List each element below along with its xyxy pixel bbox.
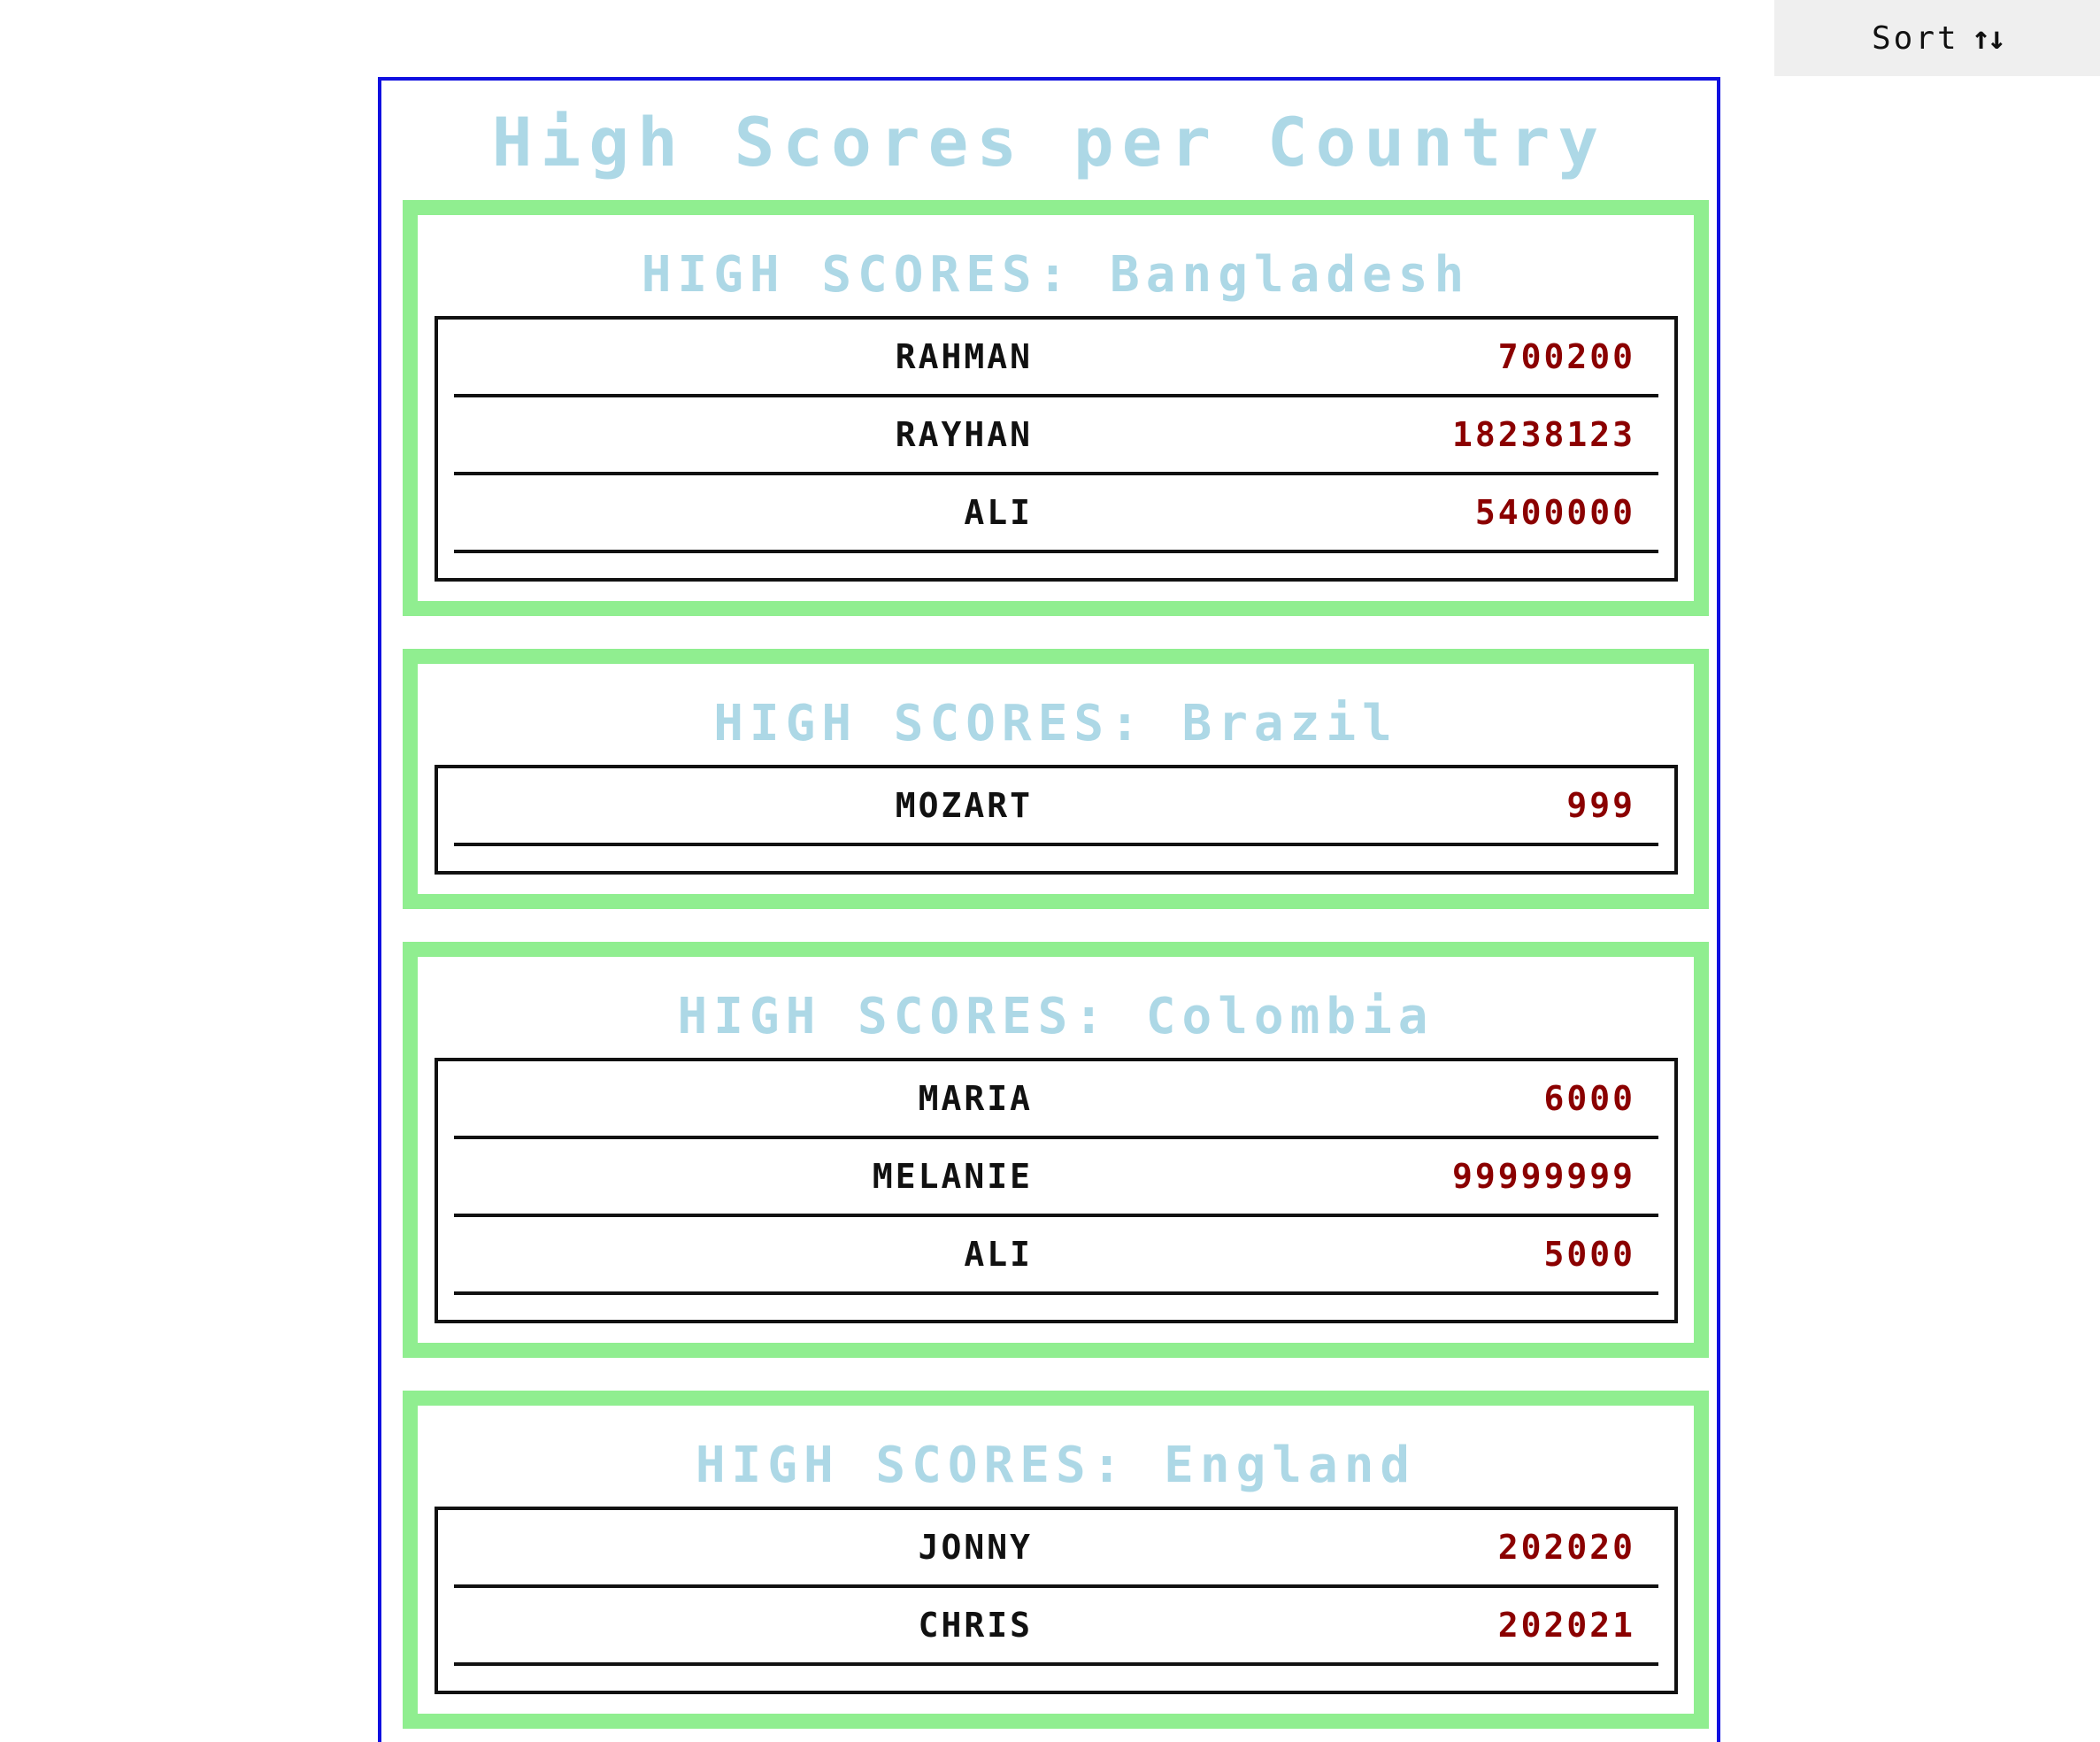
sort-button[interactable]: Sort ↑↓ [1774,0,2100,76]
table-row: RAYHAN 18238123 [454,397,1658,475]
country-card-colombia: HIGH SCORES: Colombia MARIA 6000 MELANIE… [403,942,1709,1358]
player-name: MELANIE [872,1157,1033,1196]
high-scores-container: High Scores per Country HIGH SCORES: Ban… [378,77,1720,1742]
player-name: MOZART [895,786,1033,825]
score-table: JONNY 202020 CHRIS 202021 [435,1507,1678,1694]
country-card-bangladesh: HIGH SCORES: Bangladesh RAHMAN 700200 RA… [403,200,1709,616]
player-score: 202021 [1497,1606,1635,1645]
table-row: JONNY 202020 [454,1510,1658,1588]
country-card-england: HIGH SCORES: England JONNY 202020 CHRIS … [403,1391,1709,1729]
player-name: JONNY [918,1528,1033,1567]
player-name: RAYHAN [895,415,1033,454]
player-name: ALI [964,1235,1033,1274]
table-row: ALI 5400000 [454,475,1658,553]
player-score: 5400000 [1474,493,1635,532]
card-title: HIGH SCORES: Colombia [677,988,1435,1045]
card-title: HIGH SCORES: Brazil [713,695,1398,752]
table-row: MARIA 6000 [454,1061,1658,1139]
score-table: MARIA 6000 MELANIE 99999999 ALI 5000 [435,1058,1678,1323]
player-score: 700200 [1497,337,1635,376]
player-name: RAHMAN [895,337,1033,376]
table-row: MELANIE 99999999 [454,1139,1658,1217]
player-score: 6000 [1543,1079,1635,1118]
table-row: RAHMAN 700200 [454,320,1658,397]
card-title: HIGH SCORES: England [695,1437,1417,1494]
player-score: 999 [1566,786,1635,825]
player-score: 18238123 [1451,415,1635,454]
card-title: HIGH SCORES: Bangladesh [641,246,1471,304]
player-name: MARIA [918,1079,1033,1118]
player-score: 5000 [1543,1235,1635,1274]
page-title: High Scores per Country [491,103,1607,181]
table-row: MOZART 999 [454,768,1658,846]
country-card-brazil: HIGH SCORES: Brazil MOZART 999 [403,649,1709,909]
player-name: ALI [964,493,1033,532]
score-table: RAHMAN 700200 RAYHAN 18238123 ALI 540000… [435,316,1678,582]
player-score: 99999999 [1451,1157,1635,1196]
player-name: CHRIS [918,1606,1033,1645]
table-row: CHRIS 202021 [454,1588,1658,1666]
player-score: 202020 [1497,1528,1635,1567]
sort-arrows-icon: ↑↓ [1971,19,2006,57]
score-table: MOZART 999 [435,765,1678,875]
sort-label: Sort [1871,19,1959,57]
table-row: ALI 5000 [454,1217,1658,1295]
